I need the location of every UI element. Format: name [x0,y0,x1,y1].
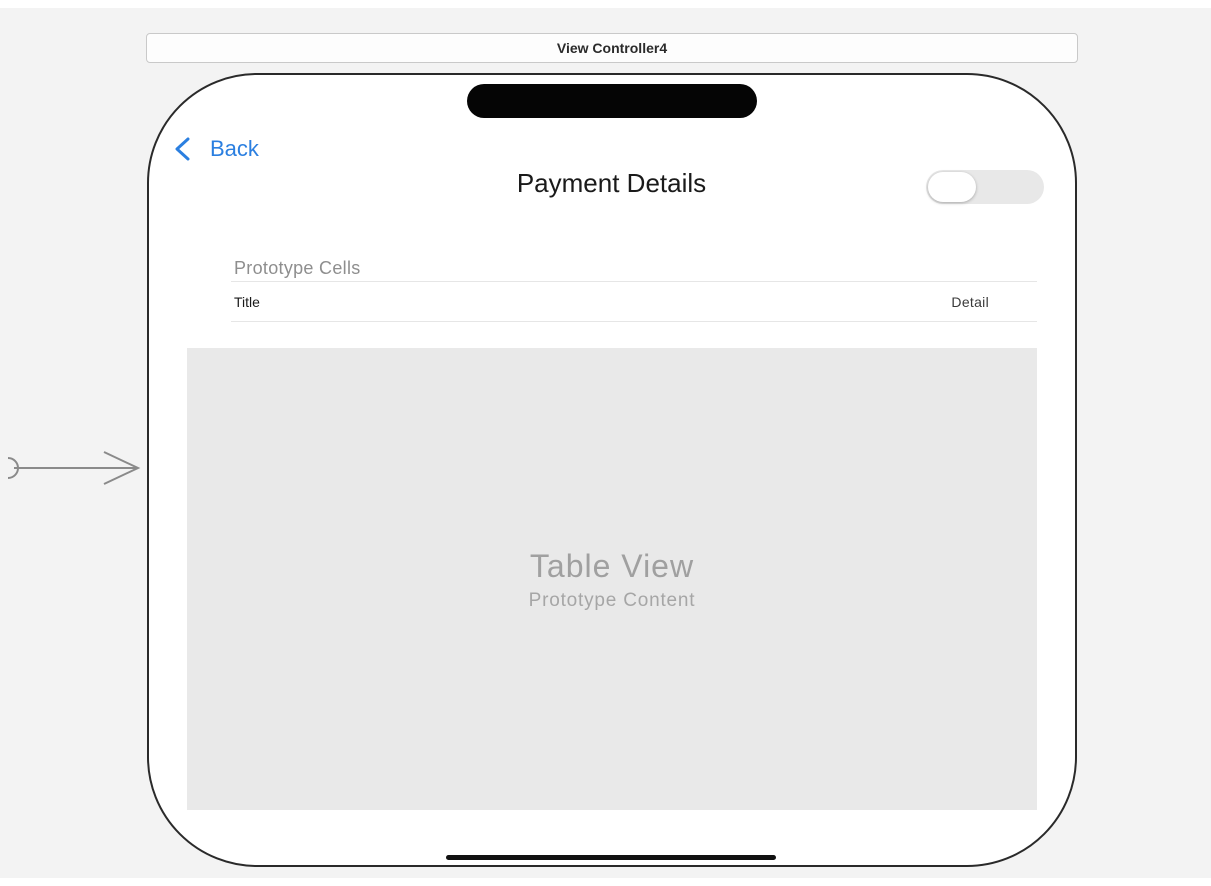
prototype-cell-detail[interactable]: Detail [880,294,989,310]
table-view-placeholder-subtitle: Prototype Content [528,590,696,611]
table-view-placeholder-title: Table View [529,548,695,584]
switch-knob [928,172,976,202]
switch-toggle[interactable] [926,170,1044,204]
back-button[interactable]: Back [172,136,259,162]
section-header-prototype-cells: Prototype Cells [234,258,361,278]
back-button-label: Back [210,136,259,161]
scene-title-bar[interactable]: View Controller4 [146,33,1078,63]
navigation-title: Payment Details [516,168,707,198]
entry-point-arrow-icon[interactable] [0,446,150,490]
scene-title-label: View Controller4 [556,40,668,56]
dynamic-island [467,84,757,118]
section-separator [231,281,1037,282]
cell-separator [231,321,1037,322]
home-indicator [446,855,776,860]
prototype-cell-title[interactable]: Title [234,294,260,310]
chevron-left-icon [175,137,190,161]
